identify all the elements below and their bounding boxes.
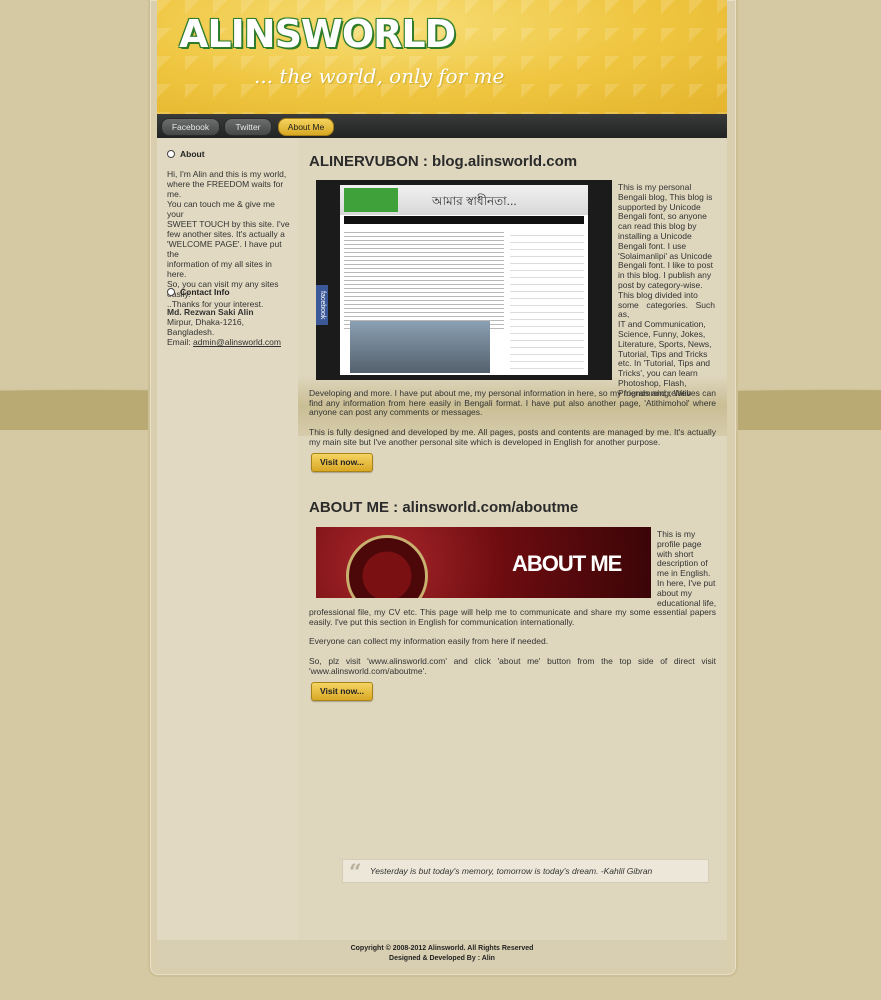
main-content: ALINERVUBON : blog.alinsworld.com আমার স… bbox=[298, 138, 727, 940]
about-line: SWEET TOUCH by this site. I've bbox=[167, 219, 290, 229]
site-tagline: ... the world, only for me bbox=[254, 64, 505, 88]
about-line: 'WELCOME PAGE'. I have put the bbox=[167, 239, 282, 259]
nav-about-me[interactable]: About Me bbox=[278, 118, 334, 136]
quote-mark-icon: “ bbox=[349, 860, 362, 886]
bullet-icon bbox=[167, 288, 175, 296]
section2-paragraph-3: So, plz visit 'www.alinsworld.com' and c… bbox=[309, 656, 716, 676]
section1-title: ALINERVUBON : blog.alinsworld.com bbox=[309, 153, 578, 170]
contact-email-row: Email: admin@alinsworld.com bbox=[167, 337, 293, 347]
section2-paragraph-2: Everyone can collect my information easi… bbox=[309, 636, 549, 646]
about-heading-label: About bbox=[180, 149, 205, 159]
blog-header: আমার স্বাধীনতা... bbox=[340, 185, 588, 215]
nav-facebook[interactable]: Facebook bbox=[161, 118, 220, 136]
bullet-icon bbox=[167, 150, 175, 158]
blog-logo bbox=[344, 188, 398, 212]
section2-float-text: This is my profile page with short descr… bbox=[657, 529, 717, 608]
visit-blog-button[interactable]: Visit now... bbox=[311, 453, 373, 472]
blog-nav bbox=[344, 216, 584, 224]
quote-text: Yesterday is but today's memory, tomorro… bbox=[370, 866, 653, 876]
facebook-badge: facebook bbox=[316, 285, 328, 325]
site-header: ALINSWORLD ... the world, only for me bbox=[157, 0, 727, 114]
page-wrapper: ALINSWORLD ... the world, only for me Fa… bbox=[148, 0, 738, 977]
contact-heading-label: Contact Info bbox=[180, 287, 230, 297]
about-heading: About bbox=[167, 149, 205, 159]
blog-header-text: আমার স্বাধীনতা... bbox=[432, 194, 517, 208]
copyright-text: Copyright © 2008-2012 Alinsworld. All Ri… bbox=[350, 945, 534, 952]
banner-text: ABOUT ME bbox=[512, 551, 622, 576]
section1-paragraph-rest: Developing and more. I have put about me… bbox=[309, 388, 716, 418]
site-logo[interactable]: ALINSWORLD bbox=[179, 12, 456, 56]
about-line: Hi, I'm Alin and this is my world, bbox=[167, 169, 287, 179]
nav-twitter[interactable]: Twitter bbox=[224, 118, 272, 136]
email-label: Email: bbox=[167, 337, 191, 347]
designer-name: Alin bbox=[481, 955, 495, 962]
text-line: some categories. Such as, bbox=[618, 299, 715, 320]
blog-sidebar bbox=[510, 229, 584, 369]
section2-title: ABOUT ME : alinsworld.com/aboutme bbox=[309, 499, 579, 516]
contact-info: Md. Rezwan Saki Alin Mirpur, Dhaka-1216,… bbox=[167, 307, 293, 347]
blog-screenshot: আমার স্বাধীনতা... facebook bbox=[316, 180, 612, 380]
quote-box: “ Yesterday is but today's memory, tomor… bbox=[342, 859, 709, 886]
contact-address: Mirpur, Dhaka-1216, Bangladesh. bbox=[167, 317, 245, 337]
about-me-banner: ABOUT ME bbox=[316, 527, 651, 598]
section2-paragraph-rest: professional file, my CV etc. This page … bbox=[309, 607, 716, 627]
section1-paragraph-2: This is fully designed and developed by … bbox=[309, 427, 716, 447]
about-line: where the FREEDOM waits for me. bbox=[167, 179, 284, 199]
section1-float-text: This is my personal Bengali blog, This b… bbox=[618, 182, 715, 399]
designed-by-row: Designed & Developed By : Alin bbox=[157, 954, 727, 964]
about-line: information of my all sites in here. bbox=[167, 259, 272, 279]
contact-heading: Contact Info bbox=[167, 287, 230, 297]
blog-screen: আমার স্বাধীনতা... bbox=[340, 185, 588, 375]
about-line: few another sites. It's actually a bbox=[167, 229, 285, 239]
email-link[interactable]: admin@alinsworld.com bbox=[193, 337, 281, 347]
main-nav: Facebook Twitter About Me bbox=[157, 114, 727, 138]
sidebar: About Hi, I'm Alin and this is my world,… bbox=[157, 138, 298, 938]
contact-name: Md. Rezwan Saki Alin bbox=[167, 307, 254, 317]
about-line: You can touch me & give me your bbox=[167, 199, 275, 219]
compass-icon bbox=[346, 535, 428, 598]
site-footer: Copyright © 2008-2012 Alinsworld. All Ri… bbox=[157, 940, 727, 968]
page-inner: ALINSWORLD ... the world, only for me Fa… bbox=[157, 0, 727, 968]
designed-by-prefix: Designed & Developed By : bbox=[389, 955, 481, 962]
blog-post-text bbox=[344, 229, 504, 329]
blog-post-photo bbox=[350, 321, 490, 373]
visit-aboutme-button[interactable]: Visit now... bbox=[311, 682, 373, 701]
